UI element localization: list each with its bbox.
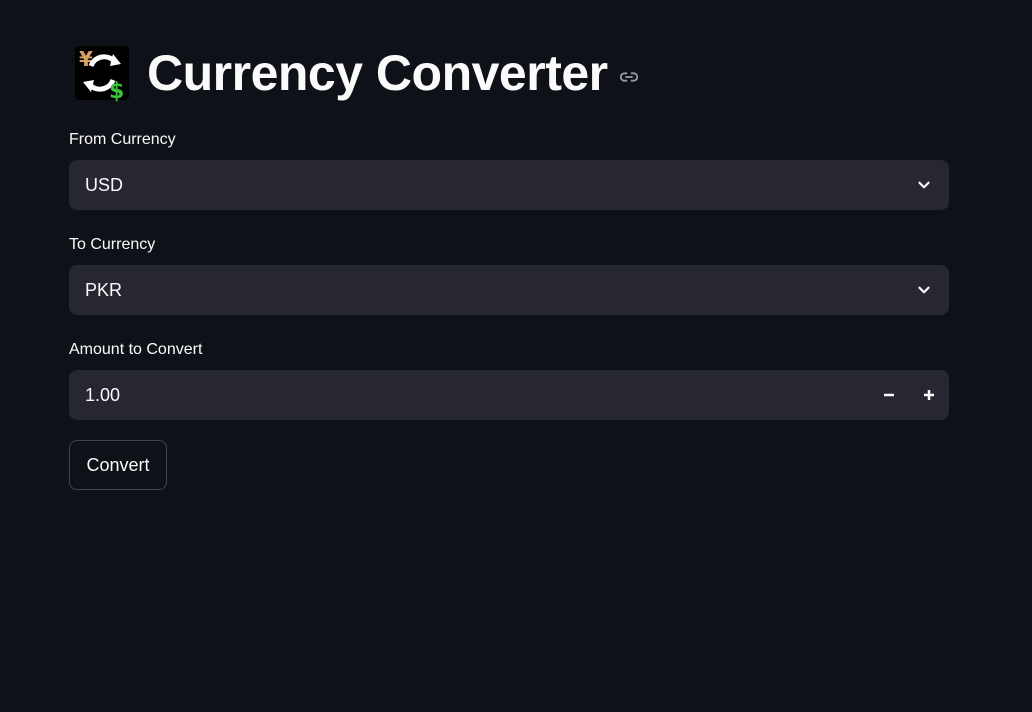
svg-text:¥: ¥	[79, 47, 93, 71]
decrement-button[interactable]	[869, 370, 909, 420]
minus-icon	[884, 393, 894, 397]
amount-label: Amount to Convert	[69, 341, 203, 358]
to-currency-value: PKR	[85, 279, 123, 300]
page-header: ¥ $ Currency Converter	[69, 40, 640, 106]
to-currency-label: To Currency	[69, 236, 156, 253]
from-currency-select[interactable]: USD	[69, 160, 949, 210]
amount-input[interactable]: 1.00	[69, 370, 949, 420]
currency-exchange-icon: ¥ $	[75, 46, 129, 104]
plus-icon	[924, 390, 934, 400]
link-icon[interactable]	[618, 66, 640, 88]
amount-value[interactable]: 1.00	[85, 385, 869, 406]
convert-button[interactable]: Convert	[69, 440, 167, 490]
chevron-down-icon[interactable]	[915, 281, 933, 299]
app-root: ¥ $ Currency Converter From Currency USD…	[0, 0, 1032, 712]
page-title: Currency Converter	[147, 45, 608, 101]
from-currency-label: From Currency	[69, 131, 176, 148]
svg-text:$: $	[109, 79, 124, 104]
from-currency-field: From Currency USD	[69, 128, 949, 210]
to-currency-select[interactable]: PKR	[69, 265, 949, 315]
to-currency-field: To Currency PKR	[69, 233, 949, 315]
chevron-down-icon[interactable]	[915, 176, 933, 194]
amount-field: Amount to Convert 1.00	[69, 338, 949, 420]
increment-button[interactable]	[909, 370, 949, 420]
from-currency-value: USD	[85, 174, 124, 195]
